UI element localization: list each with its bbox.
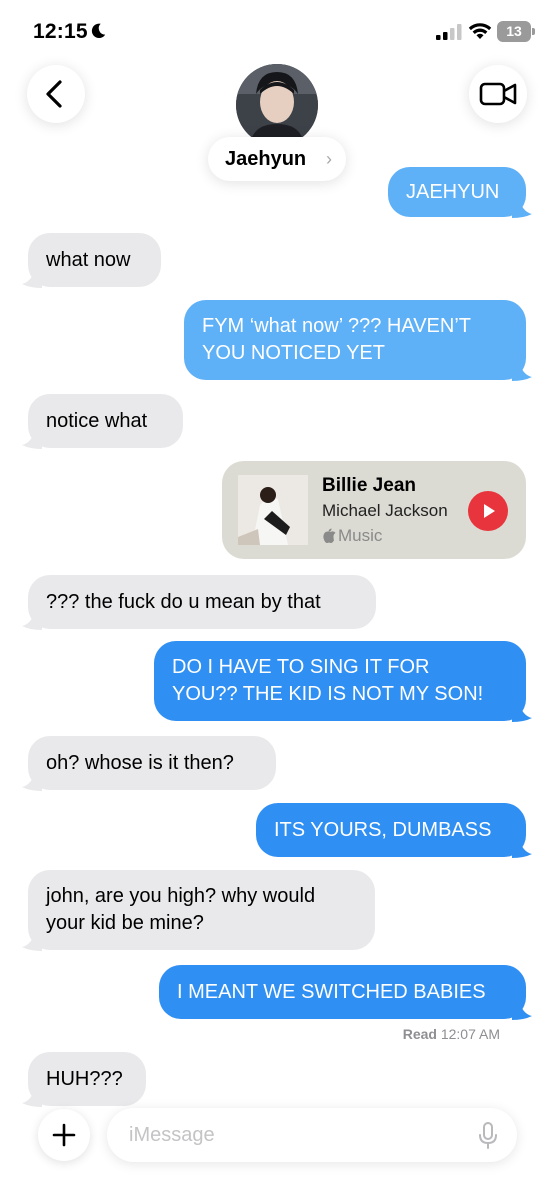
- avatar-photo: [236, 64, 318, 146]
- bubble-tail: [22, 769, 42, 791]
- facetime-video-button[interactable]: [469, 65, 527, 123]
- bubble-tail: [512, 196, 532, 218]
- apps-plus-button[interactable]: [38, 1109, 90, 1161]
- message-line: YOU NOTICED YET: [202, 342, 385, 364]
- battery-icon: 13: [497, 21, 535, 42]
- signal-icon: [436, 24, 462, 40]
- back-chevron-icon: [46, 80, 62, 108]
- message-text: what now: [46, 248, 131, 271]
- song-title: Billie Jean: [322, 475, 416, 496]
- bubble-tail: [22, 929, 42, 951]
- contact-name: Jaehyun: [225, 148, 307, 170]
- imessage-input[interactable]: [107, 1108, 517, 1162]
- music-service: Music: [322, 526, 382, 546]
- message-bubble-outgoing[interactable]: FYM ‘what now’ ??? HAVEN’T YOU NOTICED Y…: [184, 300, 532, 381]
- message-text: JAEHYUN: [406, 180, 500, 203]
- chevron-right-icon: ›: [326, 149, 332, 169]
- bubble-tail: [22, 608, 42, 630]
- read-label: Read: [402, 1026, 437, 1042]
- read-receipt: Read 12:07 AM: [403, 1026, 500, 1042]
- message-bubble-incoming[interactable]: notice what: [22, 394, 183, 449]
- message-bubble-incoming[interactable]: what now: [22, 233, 161, 288]
- message-bubble-incoming[interactable]: oh? whose is it then?: [22, 736, 276, 791]
- music-service-label: Music: [338, 526, 383, 545]
- message-bubble-incoming[interactable]: john, are you high? why would your kid b…: [22, 870, 375, 951]
- read-time: 12:07 AM: [440, 1026, 500, 1042]
- microphone-icon[interactable]: [478, 1122, 498, 1150]
- status-bar: 12:15 13: [0, 0, 554, 62]
- message-bubble-outgoing[interactable]: JAEHYUN: [388, 167, 532, 218]
- moon-icon: [91, 23, 106, 39]
- message-text: ??? the fuck do u mean by that: [46, 590, 321, 613]
- wifi-icon: [468, 23, 492, 39]
- bubble-tail: [22, 1085, 42, 1107]
- contact-name-button[interactable]: Jaehyun ›: [208, 137, 346, 181]
- back-button[interactable]: [27, 65, 85, 123]
- bubble-tail: [22, 427, 42, 449]
- bubble-tail: [512, 836, 532, 858]
- message-line: your kid be mine?: [46, 912, 204, 934]
- play-button[interactable]: [468, 491, 508, 531]
- album-art: [238, 475, 308, 545]
- message-line: john, are you high? why would: [46, 885, 316, 907]
- song-artist: Michael Jackson: [322, 501, 448, 520]
- apple-logo-icon: [323, 528, 336, 543]
- message-line: FYM ‘what now’ ??? HAVEN’T: [202, 315, 471, 337]
- message-bubble-incoming[interactable]: HUH???: [22, 1052, 146, 1107]
- message-text: ITS YOURS, DUMBASS: [274, 818, 492, 841]
- message-line: YOU?? THE KID IS NOT MY SON!: [172, 683, 484, 705]
- contact-avatar[interactable]: [236, 64, 318, 146]
- plus-icon: [52, 1123, 76, 1147]
- video-camera-icon: [479, 82, 517, 106]
- message-line: DO I HAVE TO SING IT FOR: [172, 656, 430, 678]
- message-bubble-outgoing[interactable]: ITS YOURS, DUMBASS: [256, 803, 532, 858]
- message-text: notice what: [46, 409, 148, 432]
- status-time: 12:15: [33, 20, 88, 43]
- message-bubble-incoming[interactable]: ??? the fuck do u mean by that: [22, 575, 376, 630]
- battery-level: 13: [506, 23, 522, 39]
- message-text: oh? whose is it then?: [46, 751, 234, 774]
- message-text: HUH???: [46, 1067, 123, 1090]
- message-bubble-outgoing[interactable]: DO I HAVE TO SING IT FOR YOU?? THE KID I…: [154, 641, 532, 722]
- bubble-tail: [512, 700, 532, 722]
- message-text: I MEANT WE SWITCHED BABIES: [177, 980, 486, 1003]
- music-share-card[interactable]: Billie Jean Michael Jackson Music: [222, 461, 526, 559]
- bubble-tail: [512, 998, 532, 1020]
- message-bubble-outgoing[interactable]: I MEANT WE SWITCHED BABIES: [159, 965, 532, 1020]
- bubble-tail: [512, 359, 532, 381]
- bubble-tail: [22, 266, 42, 288]
